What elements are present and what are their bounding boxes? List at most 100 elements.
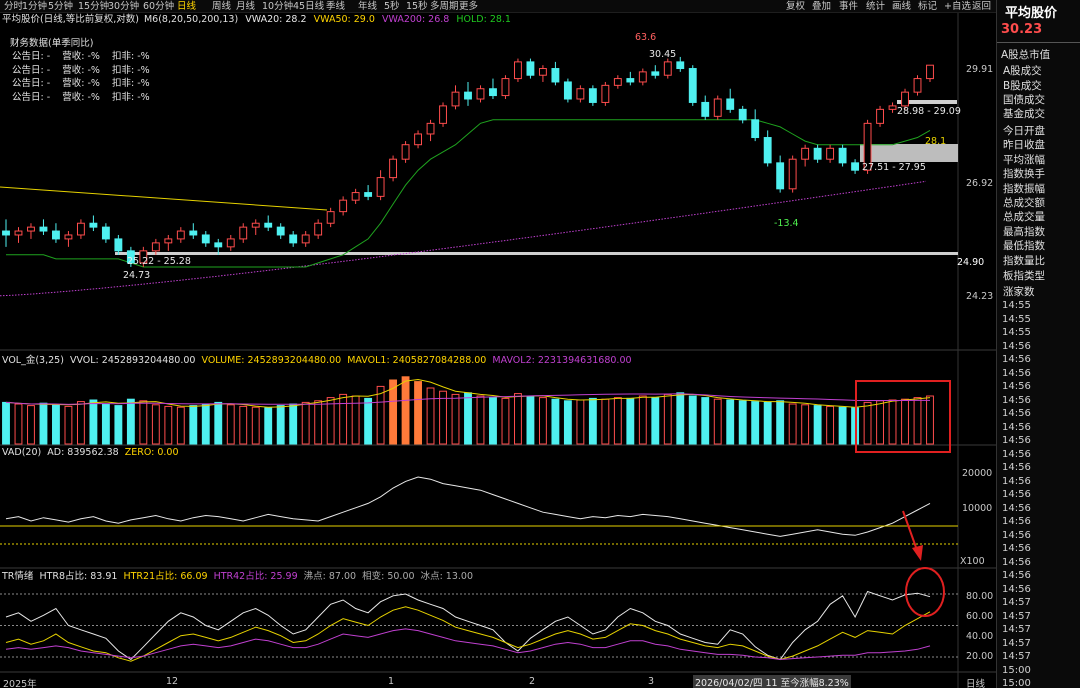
toolbar-right-item-0[interactable]: 复权 bbox=[786, 0, 805, 13]
toolbar-item-5[interactable]: 60分钟 bbox=[143, 0, 174, 13]
side-item[interactable]: B股成交 bbox=[1003, 78, 1042, 93]
candle-body bbox=[101, 226, 110, 240]
candle-body bbox=[214, 242, 223, 248]
candle-body bbox=[2, 230, 10, 236]
side-item[interactable]: 今日开盘 bbox=[1003, 123, 1045, 138]
toolbar-right-item-2[interactable]: 事件 bbox=[839, 0, 858, 13]
ma-label: M6(8,20,50,200,13) bbox=[143, 14, 239, 25]
side-item[interactable]: 总成交量 bbox=[1003, 209, 1045, 224]
red-arrow-shaft bbox=[902, 510, 919, 554]
toolbar-right-item-3[interactable]: 统计 bbox=[866, 0, 885, 13]
side-item[interactable]: A股总市值 bbox=[1001, 47, 1050, 62]
side-item[interactable]: 指数振幅 bbox=[1003, 181, 1045, 196]
volume-bar bbox=[301, 401, 310, 445]
financial-row: 公告日: - 营收: -% 扣非: -% bbox=[12, 91, 150, 103]
toolbar-item-11[interactable]: 季线 bbox=[326, 0, 345, 13]
side-item[interactable]: A股成交 bbox=[1003, 63, 1042, 78]
toolbar-item-14[interactable]: 15秒 bbox=[406, 0, 428, 13]
side-item[interactable]: 涨家数 bbox=[1003, 284, 1035, 299]
volume-bar bbox=[563, 400, 572, 445]
candle-body bbox=[189, 230, 198, 236]
time-item: 14:57 bbox=[1002, 597, 1031, 608]
time-item: 14:57 bbox=[1002, 651, 1031, 662]
trend-line bbox=[0, 186, 328, 211]
time-item: 14:56 bbox=[1002, 556, 1031, 568]
side-item[interactable]: 指数量比 bbox=[1003, 253, 1045, 268]
tr-name: TR情绪 bbox=[2, 571, 34, 582]
candle-body bbox=[776, 162, 785, 190]
volume-bar bbox=[738, 400, 747, 445]
toolbar-right-item-7[interactable]: 返回 bbox=[972, 0, 991, 13]
side-item[interactable]: 最低指数 bbox=[1003, 238, 1045, 253]
candle-body bbox=[476, 88, 485, 100]
toolbar-item-7[interactable]: 周线 bbox=[212, 0, 231, 13]
toolbar-item-10[interactable]: 45日线 bbox=[293, 0, 324, 13]
toolbar-item-6[interactable]: 日线 bbox=[177, 0, 196, 13]
candle-body bbox=[201, 234, 210, 244]
range3-label: 27.51 - 27.95 bbox=[862, 162, 926, 173]
candle-body bbox=[813, 147, 822, 160]
time-item: 14:56 bbox=[1002, 475, 1031, 487]
date-tick: 2 bbox=[529, 676, 536, 687]
time-item: 14:56 bbox=[1002, 340, 1031, 352]
toolbar-item-2[interactable]: 5分钟 bbox=[48, 0, 73, 13]
candle-body bbox=[676, 61, 685, 70]
toolbar-item-13[interactable]: 5秒 bbox=[384, 0, 400, 13]
toolbar-item-16[interactable]: 更多 bbox=[459, 0, 478, 13]
toolbar-item-9[interactable]: 10分钟 bbox=[262, 0, 293, 13]
volume-bar bbox=[726, 399, 735, 445]
time-item: 14:57 bbox=[1002, 637, 1031, 649]
vvol-label: VVOL: 2452893204480.00 bbox=[69, 355, 196, 366]
volume-bar bbox=[226, 404, 235, 445]
candle-body bbox=[514, 61, 522, 80]
side-item[interactable]: 平均涨幅 bbox=[1003, 152, 1045, 167]
chart-area[interactable] bbox=[0, 13, 996, 688]
low-price-label: 24.73 bbox=[123, 270, 151, 281]
side-item[interactable]: 国债成交 bbox=[1003, 92, 1045, 107]
toolbar-item-12[interactable]: 年线 bbox=[358, 0, 377, 13]
toolbar-item-1[interactable]: 1分钟 bbox=[22, 0, 47, 13]
candle-body bbox=[351, 192, 360, 201]
price-tick: 29.91 bbox=[966, 64, 994, 75]
candle-body bbox=[239, 226, 248, 240]
highlight-circle-tr bbox=[905, 567, 945, 617]
toolbar-item-15[interactable]: 多周期 bbox=[430, 0, 459, 13]
candle-body bbox=[663, 61, 672, 76]
side-item[interactable]: 昨日收盘 bbox=[1003, 137, 1045, 152]
toolbar-item-0[interactable]: 分时 bbox=[4, 0, 23, 13]
candle-body bbox=[276, 226, 285, 236]
toolbar-item-3[interactable]: 15分钟 bbox=[78, 0, 109, 13]
candle-body bbox=[601, 84, 610, 103]
volume-bar bbox=[451, 393, 460, 445]
financial-title: 财务数据(单季同比) bbox=[10, 38, 94, 49]
volume-bar bbox=[276, 405, 285, 445]
volume-bar bbox=[676, 392, 685, 445]
zero-label: ZERO: 0.00 bbox=[124, 447, 179, 458]
side-item[interactable]: 总成交额 bbox=[1003, 195, 1045, 210]
time-item: 14:56 bbox=[1002, 543, 1031, 554]
high-price-label: 30.45 bbox=[649, 49, 677, 60]
toolbar-right-item-4[interactable]: 画线 bbox=[892, 0, 911, 13]
side-item[interactable]: 最高指数 bbox=[1003, 224, 1045, 239]
candle-body bbox=[39, 226, 48, 232]
toolbar-item-4[interactable]: 30分钟 bbox=[108, 0, 139, 13]
candle-body bbox=[613, 78, 622, 86]
side-item[interactable]: 板指类型 bbox=[1003, 268, 1045, 283]
toolbar-right-item-6[interactable]: +自选 bbox=[944, 0, 971, 13]
vol-name: VOL_金(3,25) bbox=[2, 355, 64, 366]
side-item[interactable]: 指数换手 bbox=[1003, 166, 1045, 181]
htr42-label: HTR42占比: 25.99 bbox=[213, 571, 298, 582]
period-label: 日线 bbox=[966, 679, 986, 688]
hold-label: HOLD: 28.1 bbox=[456, 14, 511, 25]
candle-body bbox=[314, 222, 323, 236]
side-item[interactable]: 基金成交 bbox=[1003, 106, 1045, 121]
volume-bar bbox=[426, 387, 435, 445]
toolbar-item-8[interactable]: 月线 bbox=[236, 0, 255, 13]
toolbar-right-item-5[interactable]: 标记 bbox=[918, 0, 937, 13]
candle-body bbox=[788, 158, 797, 190]
toolbar-right-item-1[interactable]: 叠加 bbox=[812, 0, 831, 13]
volume-bar bbox=[114, 405, 123, 445]
candle-body bbox=[414, 133, 422, 146]
candle-body bbox=[851, 162, 860, 171]
candle-body bbox=[64, 234, 73, 240]
